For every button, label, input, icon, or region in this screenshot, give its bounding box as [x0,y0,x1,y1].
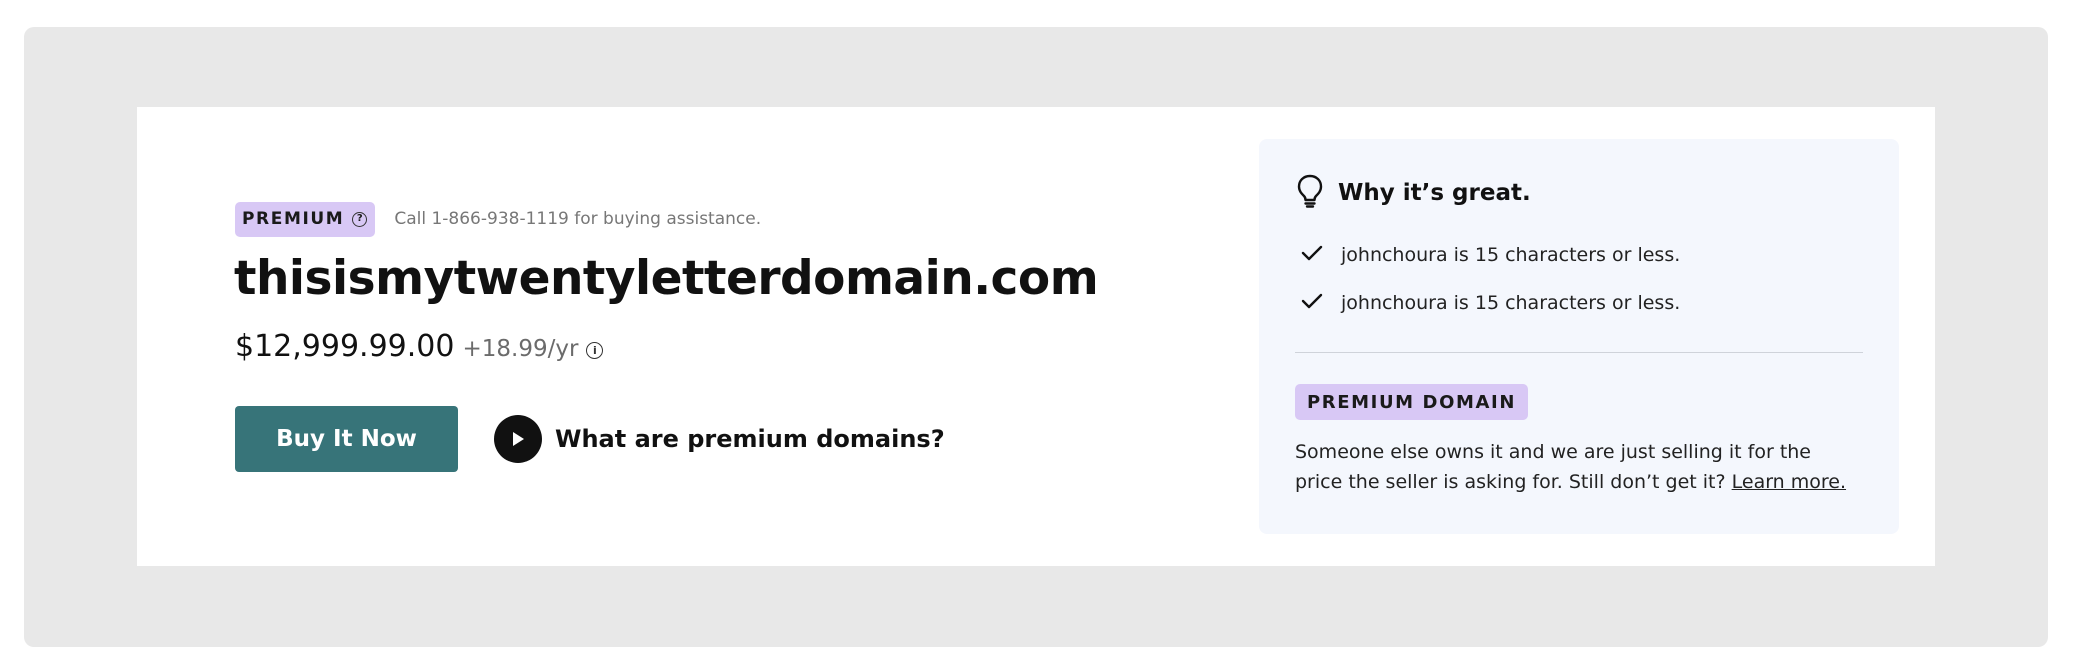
checkmark-icon [1301,292,1323,314]
checkmark-icon [1301,244,1323,266]
renewal-price: +18.99/yr [462,336,579,362]
why-great-header: Why it’s great. [1296,174,1531,212]
reason-text: johnchoura is 15 characters or less. [1341,244,1681,266]
premium-badge[interactable]: PREMIUM ? [235,201,376,237]
reason-text: johnchoura is 15 characters or less. [1341,292,1681,314]
video-link-label[interactable]: What are premium domains? [555,425,945,453]
price: $12,999.99.00 [235,329,455,364]
premium-video-link[interactable]: What are premium domains? [494,415,945,463]
panel-divider [1295,352,1863,353]
buy-it-now-button[interactable]: Buy It Now [235,406,458,472]
domain-name: thisismytwentyletterdomain.com [234,251,1099,306]
badge-row: PREMIUM ? Call 1-866-938-1119 for buying… [235,201,762,237]
price-row: $12,999.99.00 +18.99/yr i [235,329,604,364]
info-icon[interactable]: i [586,342,604,359]
play-icon[interactable] [494,415,542,463]
premium-domain-tag: PREMIUM DOMAIN [1295,384,1529,420]
reason-item: johnchoura is 15 characters or less. [1301,292,1680,314]
reason-item: johnchoura is 15 characters or less. [1301,244,1680,266]
premium-badge-label: PREMIUM [242,209,345,229]
premium-description: Someone else owns it and we are just sel… [1295,437,1855,497]
question-circle-icon[interactable]: ? [352,211,368,227]
lightbulb-icon [1296,174,1324,212]
why-great-title: Why it’s great. [1338,180,1531,206]
assistance-text: Call 1-866-938-1119 for buying assistanc… [394,209,762,229]
learn-more-link[interactable]: Learn more. [1732,471,1846,493]
